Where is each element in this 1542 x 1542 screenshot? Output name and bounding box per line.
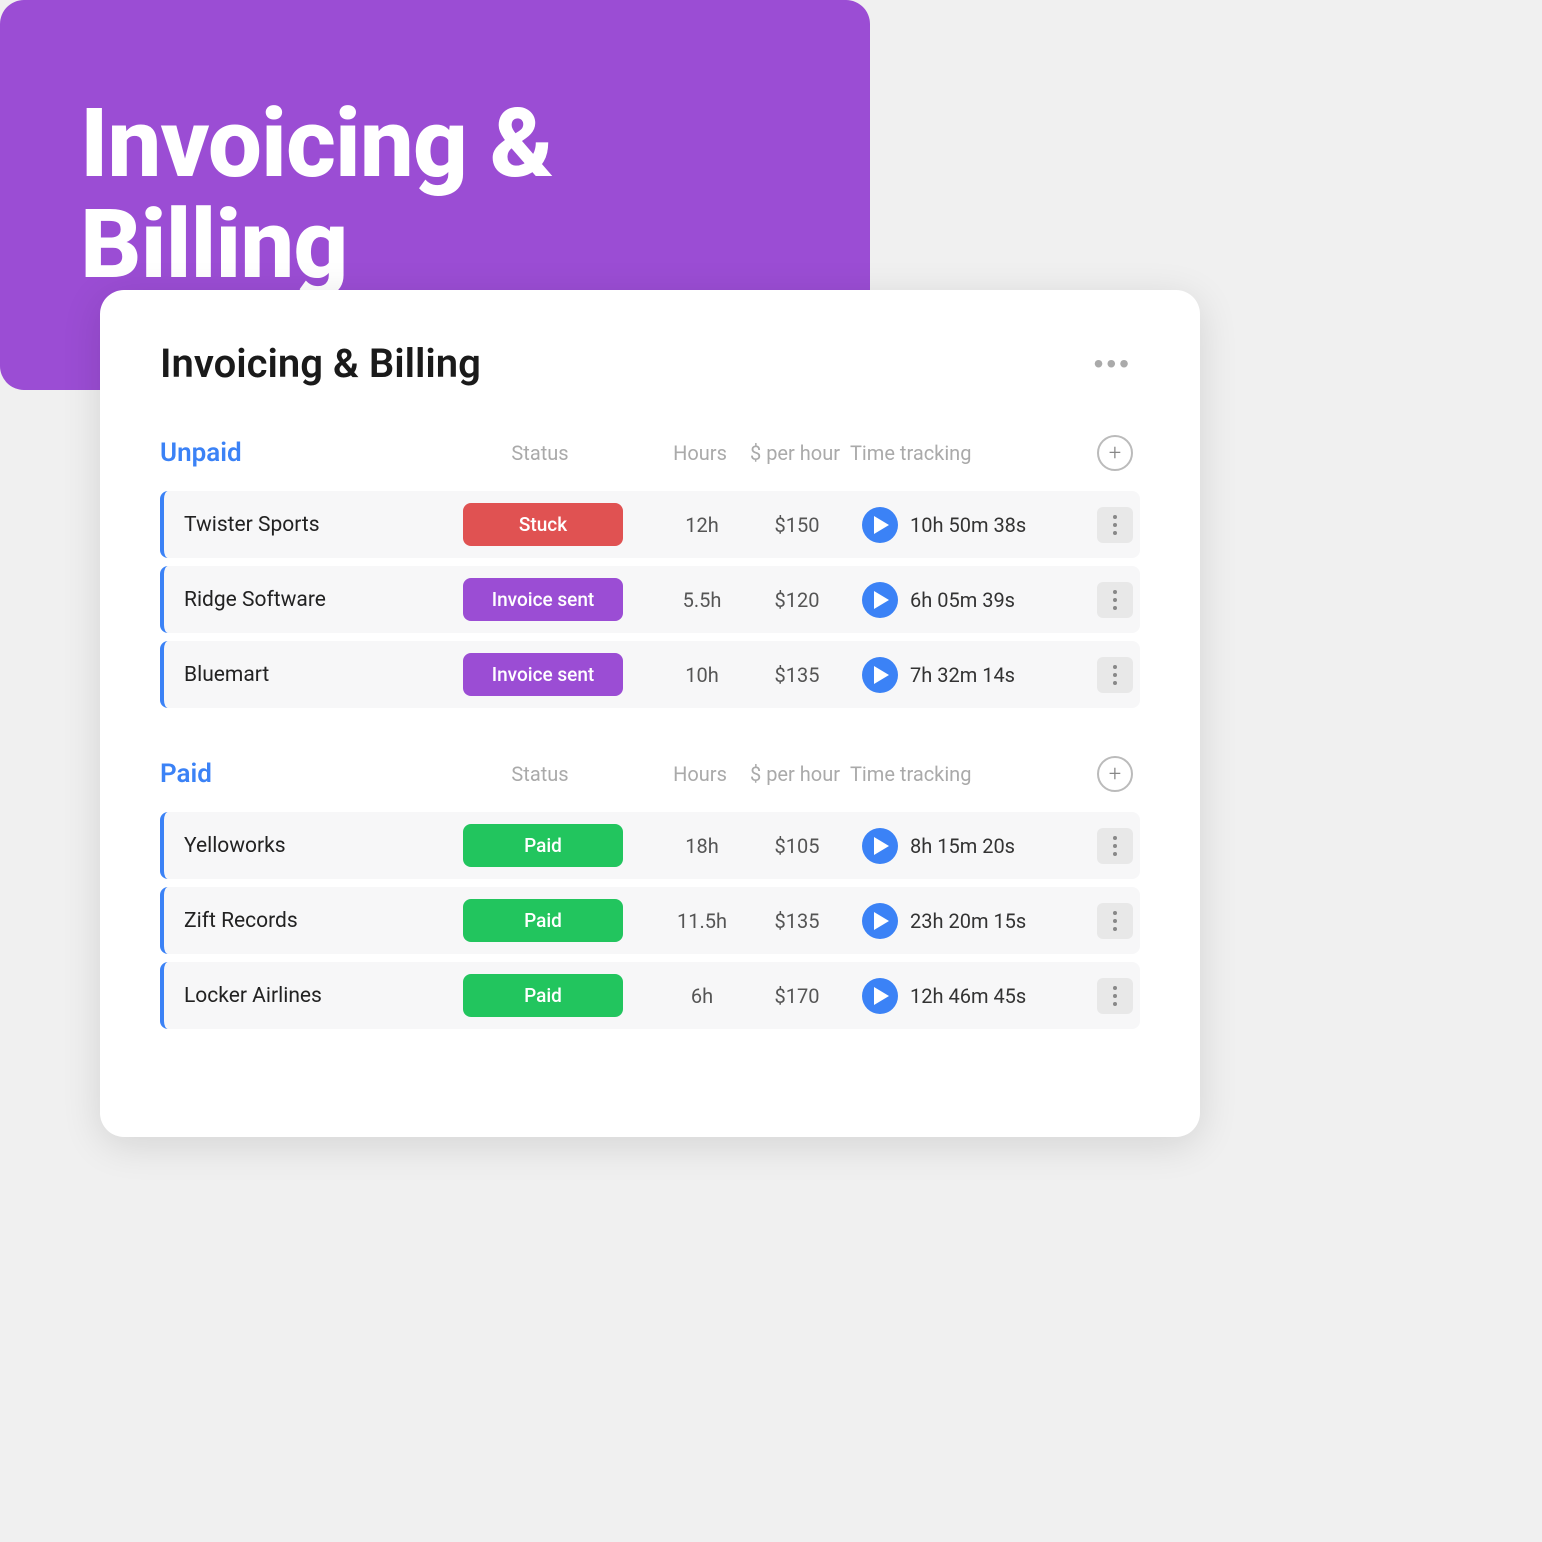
time-value: 10h 50m 38s [910,513,1026,537]
row-menu-icon [1113,590,1117,610]
status-badge: Paid [463,899,623,942]
row-menu-icon [1113,836,1117,856]
row-menu-icon [1113,665,1117,685]
rate-value: $120 [742,588,852,612]
time-value: 6h 05m 39s [910,588,1015,612]
client-name: Ridge Software [164,588,424,612]
status-col-header: Status [420,762,660,786]
client-name: Twister Sports [164,513,424,537]
play-icon [874,591,889,609]
play-button[interactable] [862,978,898,1014]
rate-value: $170 [742,984,852,1008]
row-menu-icon [1113,986,1117,1006]
table-row: Bluemart Invoice sent 10h $135 7h 32m 14… [160,641,1140,708]
row-menu-button[interactable] [1097,978,1133,1014]
status-badge: Stuck [463,503,623,546]
rate-value: $105 [742,834,852,858]
card-header: Invoicing & Billing ••• [160,340,1140,387]
row-menu-button[interactable] [1097,582,1133,618]
hours-col-header: Hours [660,441,740,465]
add-paid-button[interactable]: + [1097,756,1133,792]
time-value: 7h 32m 14s [910,663,1015,687]
status-badge: Invoice sent [463,653,623,696]
status-cell: Invoice sent [424,641,662,708]
play-button[interactable] [862,903,898,939]
row-menu-icon [1113,911,1117,931]
time-tracking-cell: 12h 46m 45s [852,978,1090,1014]
paid-header-row: Paid Status Hours $ per hour Time tracki… [160,756,1140,800]
play-icon [874,516,889,534]
play-button[interactable] [862,582,898,618]
client-name: Zift Records [164,909,424,933]
client-name: Yelloworks [164,834,424,858]
status-badge: Paid [463,974,623,1017]
row-menu-button[interactable] [1097,507,1133,543]
hours-value: 12h [662,513,742,537]
status-badge: Paid [463,824,623,867]
time-tracking-cell: 10h 50m 38s [852,507,1090,543]
status-badge: Invoice sent [463,578,623,621]
client-name: Locker Airlines [164,984,424,1008]
client-name: Bluemart [164,663,424,687]
time-tracking-cell: 6h 05m 39s [852,582,1090,618]
paid-section: Paid Status Hours $ per hour Time tracki… [160,756,1140,1029]
hours-value: 6h [662,984,742,1008]
table-row: Zift Records Paid 11.5h $135 23h 20m 15s [160,887,1140,954]
table-row: Locker Airlines Paid 6h $170 12h 46m 45s [160,962,1140,1029]
play-icon [874,837,889,855]
status-cell: Paid [424,812,662,879]
row-menu-button[interactable] [1097,903,1133,939]
row-menu-button[interactable] [1097,828,1133,864]
time-value: 8h 15m 20s [910,834,1015,858]
paid-label: Paid [160,759,420,789]
row-menu-button[interactable] [1097,657,1133,693]
play-icon [874,987,889,1005]
rate-value: $135 [742,663,852,687]
main-card: Invoicing & Billing ••• Unpaid Status Ho… [100,290,1200,1137]
rate-value: $135 [742,909,852,933]
time-col-header: Time tracking [850,762,1090,786]
time-tracking-cell: 7h 32m 14s [852,657,1090,693]
unpaid-label: Unpaid [160,438,420,468]
rate-col-header: $ per hour [740,762,850,786]
card-title: Invoicing & Billing [160,340,481,387]
time-tracking-cell: 23h 20m 15s [852,903,1090,939]
play-icon [874,912,889,930]
hours-value: 5.5h [662,588,742,612]
status-cell: Stuck [424,491,662,558]
hours-col-header: Hours [660,762,740,786]
time-value: 23h 20m 15s [910,909,1026,933]
status-col-header: Status [420,441,660,465]
status-cell: Invoice sent [424,566,662,633]
play-button[interactable] [862,657,898,693]
unpaid-header-row: Unpaid Status Hours $ per hour Time trac… [160,435,1140,479]
time-col-header: Time tracking [850,441,1090,465]
table-row: Yelloworks Paid 18h $105 8h 15m 20s [160,812,1140,879]
more-options-button[interactable]: ••• [1086,344,1140,384]
time-value: 12h 46m 45s [910,984,1026,1008]
rate-value: $150 [742,513,852,537]
hours-value: 18h [662,834,742,858]
unpaid-section: Unpaid Status Hours $ per hour Time trac… [160,435,1140,708]
row-menu-icon [1113,515,1117,535]
table-row: Ridge Software Invoice sent 5.5h $120 6h… [160,566,1140,633]
play-icon [874,666,889,684]
table-row: Twister Sports Stuck 12h $150 10h 50m 38… [160,491,1140,558]
rate-col-header: $ per hour [740,441,850,465]
play-button[interactable] [862,828,898,864]
time-tracking-cell: 8h 15m 20s [852,828,1090,864]
add-unpaid-button[interactable]: + [1097,435,1133,471]
hero-title: Invoicing & Billing [80,94,553,296]
hours-value: 11.5h [662,909,742,933]
status-cell: Paid [424,962,662,1029]
status-cell: Paid [424,887,662,954]
play-button[interactable] [862,507,898,543]
hours-value: 10h [662,663,742,687]
